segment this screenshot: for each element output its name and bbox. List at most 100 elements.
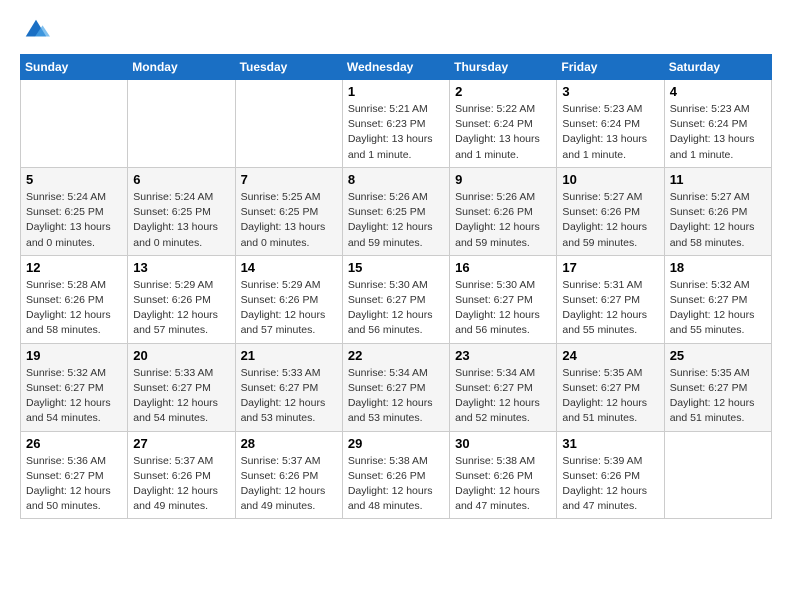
day-number: 5 [26, 172, 122, 187]
day-info: Sunrise: 5:33 AMSunset: 6:27 PMDaylight:… [241, 366, 337, 427]
calendar-cell: 25 Sunrise: 5:35 AMSunset: 6:27 PMDayligh… [664, 343, 771, 431]
calendar-week-row: 19 Sunrise: 5:32 AMSunset: 6:27 PMDayligh… [21, 343, 772, 431]
day-info: Sunrise: 5:39 AMSunset: 6:26 PMDaylight:… [562, 454, 658, 515]
day-number: 4 [670, 84, 766, 99]
calendar-cell: 6Sunrise: 5:24 AMSunset: 6:25 PMDaylight… [128, 167, 235, 255]
calendar-cell: 1 Sunrise: 5:21 AMSunset: 6:23 PMDaylight… [342, 80, 449, 168]
calendar-cell: 22 Sunrise: 5:34 AMSunset: 6:27 PMDayligh… [342, 343, 449, 431]
day-info: Sunrise: 5:38 AMSunset: 6:26 PMDaylight:… [348, 454, 444, 515]
calendar-header-wednesday: Wednesday [342, 55, 449, 80]
calendar-cell: 2Sunrise: 5:22 AMSunset: 6:24 PMDaylight… [450, 80, 557, 168]
calendar-cell: 29 Sunrise: 5:38 AMSunset: 6:26 PMDayligh… [342, 431, 449, 519]
calendar-cell: 14 Sunrise: 5:29 AMSunset: 6:26 PMDayligh… [235, 255, 342, 343]
day-info: Sunrise: 5:24 AMSunset: 6:25 PMDaylight:… [26, 190, 122, 251]
calendar-cell: 4 Sunrise: 5:23 AMSunset: 6:24 PMDaylight… [664, 80, 771, 168]
day-number: 31 [562, 436, 658, 451]
day-number: 15 [348, 260, 444, 275]
day-info: Sunrise: 5:34 AMSunset: 6:27 PMDaylight:… [455, 366, 551, 427]
calendar-cell [128, 80, 235, 168]
logo [20, 16, 50, 44]
calendar-cell: 16 Sunrise: 5:30 AMSunset: 6:27 PMDayligh… [450, 255, 557, 343]
calendar-header-sunday: Sunday [21, 55, 128, 80]
day-number: 8 [348, 172, 444, 187]
day-info: Sunrise: 5:31 AMSunset: 6:27 PMDaylight:… [562, 278, 658, 339]
day-info: Sunrise: 5:24 AMSunset: 6:25 PMDaylight:… [133, 190, 229, 251]
calendar-header-saturday: Saturday [664, 55, 771, 80]
day-number: 21 [241, 348, 337, 363]
day-info: Sunrise: 5:29 AMSunset: 6:26 PMDaylight:… [133, 278, 229, 339]
day-number: 19 [26, 348, 122, 363]
calendar-cell [664, 431, 771, 519]
calendar-cell: 26 Sunrise: 5:36 AMSunset: 6:27 PMDayligh… [21, 431, 128, 519]
calendar-week-row: 1 Sunrise: 5:21 AMSunset: 6:23 PMDaylight… [21, 80, 772, 168]
calendar-week-row: 5 Sunrise: 5:24 AMSunset: 6:25 PMDaylight… [21, 167, 772, 255]
calendar-header-thursday: Thursday [450, 55, 557, 80]
day-info: Sunrise: 5:37 AMSunset: 6:26 PMDaylight:… [133, 454, 229, 515]
day-number: 26 [26, 436, 122, 451]
day-info: Sunrise: 5:27 AMSunset: 6:26 PMDaylight:… [670, 190, 766, 251]
calendar-cell: 18 Sunrise: 5:32 AMSunset: 6:27 PMDayligh… [664, 255, 771, 343]
calendar-header-monday: Monday [128, 55, 235, 80]
calendar-week-row: 12 Sunrise: 5:28 AMSunset: 6:26 PMDayligh… [21, 255, 772, 343]
day-number: 18 [670, 260, 766, 275]
day-number: 22 [348, 348, 444, 363]
day-info: Sunrise: 5:36 AMSunset: 6:27 PMDaylight:… [26, 454, 122, 515]
day-info: Sunrise: 5:30 AMSunset: 6:27 PMDaylight:… [455, 278, 551, 339]
calendar-cell: 15 Sunrise: 5:30 AMSunset: 6:27 PMDayligh… [342, 255, 449, 343]
day-info: Sunrise: 5:23 AMSunset: 6:24 PMDaylight:… [562, 102, 658, 163]
calendar-cell: 20Sunrise: 5:33 AMSunset: 6:27 PMDayligh… [128, 343, 235, 431]
calendar-cell: 3 Sunrise: 5:23 AMSunset: 6:24 PMDaylight… [557, 80, 664, 168]
calendar-cell: 27 Sunrise: 5:37 AMSunset: 6:26 PMDayligh… [128, 431, 235, 519]
calendar-cell: 17Sunrise: 5:31 AMSunset: 6:27 PMDayligh… [557, 255, 664, 343]
day-info: Sunrise: 5:32 AMSunset: 6:27 PMDaylight:… [670, 278, 766, 339]
day-info: Sunrise: 5:35 AMSunset: 6:27 PMDaylight:… [670, 366, 766, 427]
calendar-cell: 23 Sunrise: 5:34 AMSunset: 6:27 PMDayligh… [450, 343, 557, 431]
logo-icon [22, 16, 50, 44]
header [20, 16, 772, 44]
day-number: 27 [133, 436, 229, 451]
day-info: Sunrise: 5:27 AMSunset: 6:26 PMDaylight:… [562, 190, 658, 251]
calendar-cell: 30 Sunrise: 5:38 AMSunset: 6:26 PMDayligh… [450, 431, 557, 519]
day-number: 23 [455, 348, 551, 363]
day-info: Sunrise: 5:32 AMSunset: 6:27 PMDaylight:… [26, 366, 122, 427]
day-info: Sunrise: 5:37 AMSunset: 6:26 PMDaylight:… [241, 454, 337, 515]
day-info: Sunrise: 5:26 AMSunset: 6:25 PMDaylight:… [348, 190, 444, 251]
calendar-cell [235, 80, 342, 168]
day-number: 9 [455, 172, 551, 187]
day-info: Sunrise: 5:34 AMSunset: 6:27 PMDaylight:… [348, 366, 444, 427]
day-number: 10 [562, 172, 658, 187]
calendar-cell: 28 Sunrise: 5:37 AMSunset: 6:26 PMDayligh… [235, 431, 342, 519]
day-info: Sunrise: 5:21 AMSunset: 6:23 PMDaylight:… [348, 102, 444, 163]
calendar-header-tuesday: Tuesday [235, 55, 342, 80]
day-number: 7 [241, 172, 337, 187]
day-number: 30 [455, 436, 551, 451]
calendar-cell: 24 Sunrise: 5:35 AMSunset: 6:27 PMDayligh… [557, 343, 664, 431]
day-number: 16 [455, 260, 551, 275]
day-info: Sunrise: 5:35 AMSunset: 6:27 PMDaylight:… [562, 366, 658, 427]
day-number: 24 [562, 348, 658, 363]
calendar-cell: 21 Sunrise: 5:33 AMSunset: 6:27 PMDayligh… [235, 343, 342, 431]
day-info: Sunrise: 5:30 AMSunset: 6:27 PMDaylight:… [348, 278, 444, 339]
day-info: Sunrise: 5:26 AMSunset: 6:26 PMDaylight:… [455, 190, 551, 251]
calendar-week-row: 26 Sunrise: 5:36 AMSunset: 6:27 PMDayligh… [21, 431, 772, 519]
calendar-table: SundayMondayTuesdayWednesdayThursdayFrid… [20, 54, 772, 519]
day-number: 3 [562, 84, 658, 99]
calendar-cell: 8 Sunrise: 5:26 AMSunset: 6:25 PMDaylight… [342, 167, 449, 255]
calendar-header-row: SundayMondayTuesdayWednesdayThursdayFrid… [21, 55, 772, 80]
day-info: Sunrise: 5:28 AMSunset: 6:26 PMDaylight:… [26, 278, 122, 339]
day-info: Sunrise: 5:22 AMSunset: 6:24 PMDaylight:… [455, 102, 551, 163]
calendar-cell: 11Sunrise: 5:27 AMSunset: 6:26 PMDayligh… [664, 167, 771, 255]
day-number: 12 [26, 260, 122, 275]
calendar-header-friday: Friday [557, 55, 664, 80]
day-number: 28 [241, 436, 337, 451]
page: SundayMondayTuesdayWednesdayThursdayFrid… [0, 0, 792, 535]
day-number: 14 [241, 260, 337, 275]
day-number: 25 [670, 348, 766, 363]
calendar-cell: 7Sunrise: 5:25 AMSunset: 6:25 PMDaylight… [235, 167, 342, 255]
day-number: 1 [348, 84, 444, 99]
day-info: Sunrise: 5:29 AMSunset: 6:26 PMDaylight:… [241, 278, 337, 339]
day-number: 29 [348, 436, 444, 451]
day-info: Sunrise: 5:33 AMSunset: 6:27 PMDaylight:… [133, 366, 229, 427]
day-info: Sunrise: 5:38 AMSunset: 6:26 PMDaylight:… [455, 454, 551, 515]
day-info: Sunrise: 5:23 AMSunset: 6:24 PMDaylight:… [670, 102, 766, 163]
